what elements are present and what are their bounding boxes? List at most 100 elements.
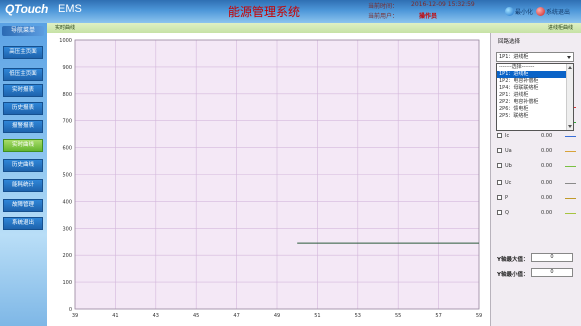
param-checkbox[interactable]	[497, 163, 502, 168]
realtime-chart: 39 41 43 45 47 49 51 53 55 57 59 0 100 200 300 400 500 60…	[47, 33, 490, 326]
nav-item-6[interactable]: 实时曲线	[3, 139, 43, 152]
minimize-label: 最小化	[515, 8, 534, 16]
nav-item-10[interactable]: 系统退出	[3, 217, 43, 230]
param-color-swatch	[565, 136, 576, 137]
x-tick-label: 57	[435, 313, 441, 319]
user-value: 操作员	[419, 13, 438, 20]
x-tick-label: 49	[274, 313, 280, 319]
y-tick-label: 300	[62, 226, 72, 232]
ems-label: EMS	[58, 3, 82, 15]
main-area: 实时曲线 进线柜曲线 39 41 43 45 47 49 51 53 55 57 59 0 100 200…	[47, 23, 581, 326]
y-tick-label: 400	[62, 199, 72, 205]
y-tick-label: 200	[62, 253, 72, 259]
app-title: 能源管理系统	[228, 5, 301, 19]
param-checkbox[interactable]	[497, 180, 502, 185]
param-name: P	[505, 195, 509, 201]
chart-svg: 39 41 43 45 47 49 51 53 55 57 59 0 100 200 300 400 500 60…	[59, 38, 482, 319]
nav-item-7[interactable]: 历史曲线	[3, 159, 43, 172]
param-value: 0.00	[541, 180, 553, 186]
param-name: Q	[505, 210, 509, 216]
tab-bar: 实时曲线 进线柜曲线	[47, 23, 581, 33]
nav-title: 导航菜单	[2, 26, 44, 36]
y-tick-label: 100	[62, 280, 72, 286]
time-value: 2016-12-09 15:32:59	[411, 1, 475, 8]
circuit-option[interactable]: 2P2：电容补偿柜	[497, 99, 573, 106]
param-name: Ic	[505, 133, 510, 139]
param-value: 0.00	[541, 195, 553, 201]
circuit-option[interactable]: 1P4：母联联络柜	[497, 85, 573, 92]
nav-item-1[interactable]: 高压主页面	[3, 46, 43, 59]
param-color-swatch	[565, 166, 576, 167]
y-tick-label: 800	[62, 92, 72, 98]
x-tick-label: 47	[233, 313, 239, 319]
x-tick-label: 41	[112, 313, 118, 319]
brand-logo: QTouch	[5, 2, 49, 16]
y-tick-label: 0	[69, 307, 72, 313]
circuit-section-title: 回路选择	[498, 39, 521, 45]
y-tick-label: 600	[62, 146, 72, 152]
x-tick-label: 59	[476, 313, 482, 319]
param-value: 0.00	[541, 133, 553, 139]
y-tick-label: 500	[62, 173, 72, 179]
param-row: Ua 0.00	[497, 147, 577, 155]
param-checkbox[interactable]	[497, 195, 502, 200]
minimize-button[interactable]: 最小化	[505, 5, 533, 17]
param-row: Q 0.00	[497, 209, 577, 217]
tab-incoming-curve[interactable]: 进线柜曲线	[548, 24, 573, 31]
x-tick-label: 51	[314, 313, 320, 319]
param-name: Ua	[505, 148, 512, 154]
minimize-icon	[505, 6, 514, 16]
param-color-swatch	[565, 183, 576, 184]
power-icon	[536, 6, 545, 16]
quit-label: 系统退出	[546, 8, 571, 16]
y-tick-label: 900	[62, 65, 72, 71]
y-tick-label: 1000	[59, 38, 72, 44]
param-row: Uc 0.00	[497, 179, 577, 187]
y-min-label: Y轴最小值：	[497, 272, 529, 278]
circuit-option[interactable]: 2P5：联络柜	[497, 113, 573, 120]
circuit-panel: 回路选择 1P1：进线柜 -------选择------- 1P1：进线柜 1P2：…	[490, 33, 581, 326]
param-name: Ub	[505, 163, 512, 169]
nav-item-4[interactable]: 历史报表	[3, 102, 43, 115]
y-max-input[interactable]: 0	[531, 253, 573, 262]
param-checkbox[interactable]	[497, 133, 502, 138]
dropdown-scrollbar[interactable]	[566, 64, 573, 130]
x-tick-label: 39	[72, 313, 78, 319]
param-row: Ic 0.00	[497, 132, 577, 140]
header-bar: QTouch EMS 能源管理系统 当前时间： 2016-12-09 15:32…	[0, 0, 581, 23]
tab-realtime-curve[interactable]: 实时曲线	[55, 24, 75, 31]
nav-item-5[interactable]: 报警报表	[3, 120, 43, 133]
circuit-option[interactable]: 2P1：进线柜	[497, 92, 573, 99]
y-max-label: Y轴最大值：	[497, 257, 529, 263]
param-value: 0.00	[541, 148, 553, 154]
param-color-swatch	[565, 198, 576, 199]
param-checkbox[interactable]	[497, 210, 502, 215]
nav-item-3[interactable]: 实时报表	[3, 84, 43, 97]
circuit-select[interactable]: 1P1：进线柜	[496, 52, 574, 62]
param-row: P 0.00	[497, 194, 577, 202]
sidebar-nav: 导航菜单 高压主页面低压主页面实时报表历史报表报警报表实时曲线历史曲线能耗统计故…	[0, 23, 47, 326]
quit-button[interactable]: 系统退出	[536, 5, 570, 17]
x-tick-label: 45	[193, 313, 199, 319]
param-checkbox[interactable]	[497, 148, 502, 153]
nav-item-8[interactable]: 能耗统计	[3, 179, 43, 192]
user-label: 当前用户：	[368, 13, 399, 20]
param-value: 0.00	[541, 210, 553, 216]
circuit-option[interactable]: 2P6：馈电柜	[497, 106, 573, 113]
x-tick-label: 43	[153, 313, 159, 319]
circuit-option[interactable]: 1P2：电容补偿柜	[497, 78, 573, 85]
param-value: 0.00	[541, 163, 553, 169]
x-tick-label: 53	[355, 313, 361, 319]
nav-item-9[interactable]: 故障管理	[3, 199, 43, 212]
param-name: Uc	[505, 180, 512, 186]
param-color-swatch	[565, 213, 576, 214]
x-tick-label: 55	[395, 313, 401, 319]
nav-item-2[interactable]: 低压主页面	[3, 68, 43, 81]
time-label: 当前时间：	[368, 3, 399, 10]
circuit-dropdown-list: -------选择------- 1P1：进线柜 1P2：电容补偿柜 1P4：母联联络…	[496, 63, 574, 131]
param-color-swatch	[565, 151, 576, 152]
y-min-input[interactable]: 0	[531, 268, 573, 277]
param-row: Ub 0.00	[497, 162, 577, 170]
circuit-option[interactable]: -------选择-------	[497, 64, 573, 71]
circuit-option[interactable]: 1P1：进线柜	[497, 71, 573, 78]
